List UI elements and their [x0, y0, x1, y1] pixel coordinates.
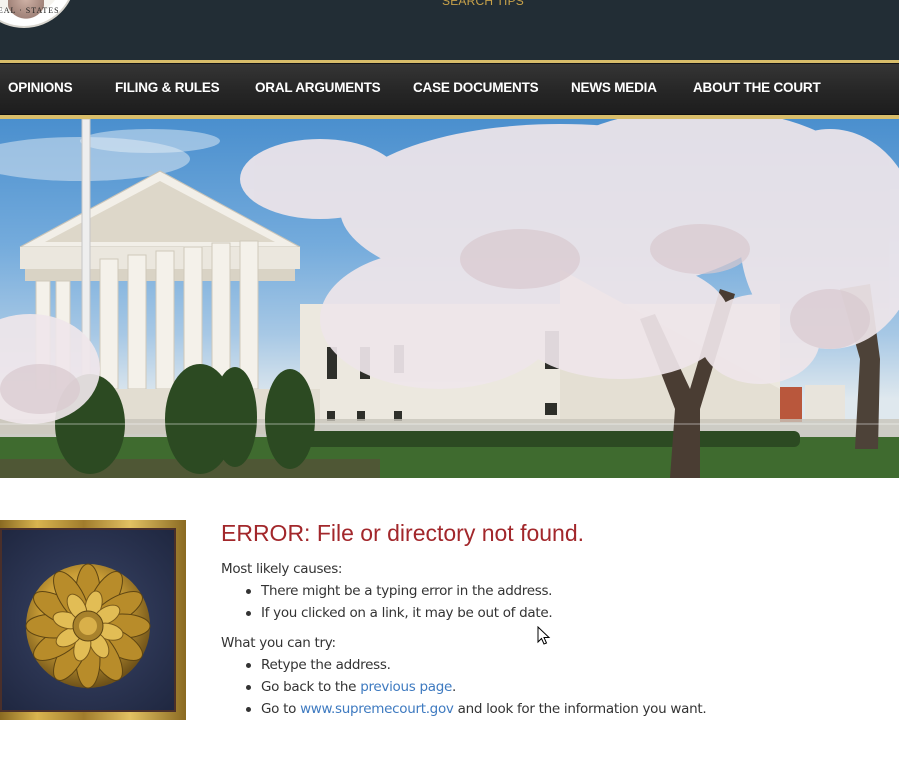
main-nav: OPINIONS FILING & RULES ORAL ARGUMENTS C… [0, 63, 899, 115]
rosette-image-frame [0, 520, 186, 720]
rosette-image [0, 528, 176, 712]
site-header: SEAL · STATES SEARCH TIPS [0, 0, 899, 60]
mouse-cursor-icon [537, 626, 551, 645]
nav-case-documents[interactable]: CASE DOCUMENTS [413, 80, 539, 95]
cause-item: There might be a typing error in the add… [246, 580, 861, 602]
supreme-court-building-illustration [0, 119, 899, 478]
nav-oral-arguments[interactable]: ORAL ARGUMENTS [255, 80, 381, 95]
try-list: Retype the address. Go back to the previ… [221, 654, 861, 720]
error-title: ERROR: File or directory not found. [221, 520, 585, 546]
cause-item: If you clicked on a link, it may be out … [246, 602, 861, 624]
try-item-go-back: Go back to the previous page. [246, 676, 861, 698]
goto-suffix: and look for the information you want. [453, 701, 707, 717]
causes-label: Most likely causes: [221, 561, 343, 577]
nav-news-media[interactable]: NEWS MEDIA [571, 80, 657, 95]
previous-page-link[interactable]: previous page [360, 679, 452, 695]
causes-list: There might be a typing error in the add… [221, 580, 861, 624]
go-back-suffix: . [452, 679, 457, 695]
court-seal-logo[interactable]: SEAL · STATES [0, 0, 76, 28]
try-item-retype: Retype the address. [246, 654, 861, 676]
supremecourt-home-link[interactable]: www.supremecourt.gov [300, 701, 454, 717]
try-item-goto: Go to www.supremecourt.gov and look for … [246, 698, 861, 720]
goto-prefix: Go to [261, 701, 301, 717]
gold-rosette-icon [25, 563, 151, 689]
error-content: ERROR: File or directory not found. Most… [221, 518, 861, 728]
nav-about-the-court[interactable]: ABOUT THE COURT [693, 80, 821, 95]
nav-filing-rules[interactable]: FILING & RULES [115, 80, 220, 95]
search-tips-link[interactable]: SEARCH TIPS [442, 0, 524, 8]
hero-image [0, 119, 899, 478]
go-back-prefix: Go back to the [261, 679, 361, 695]
nav-opinions[interactable]: OPINIONS [8, 80, 73, 95]
seal-text: SEAL · STATES [0, 6, 60, 15]
